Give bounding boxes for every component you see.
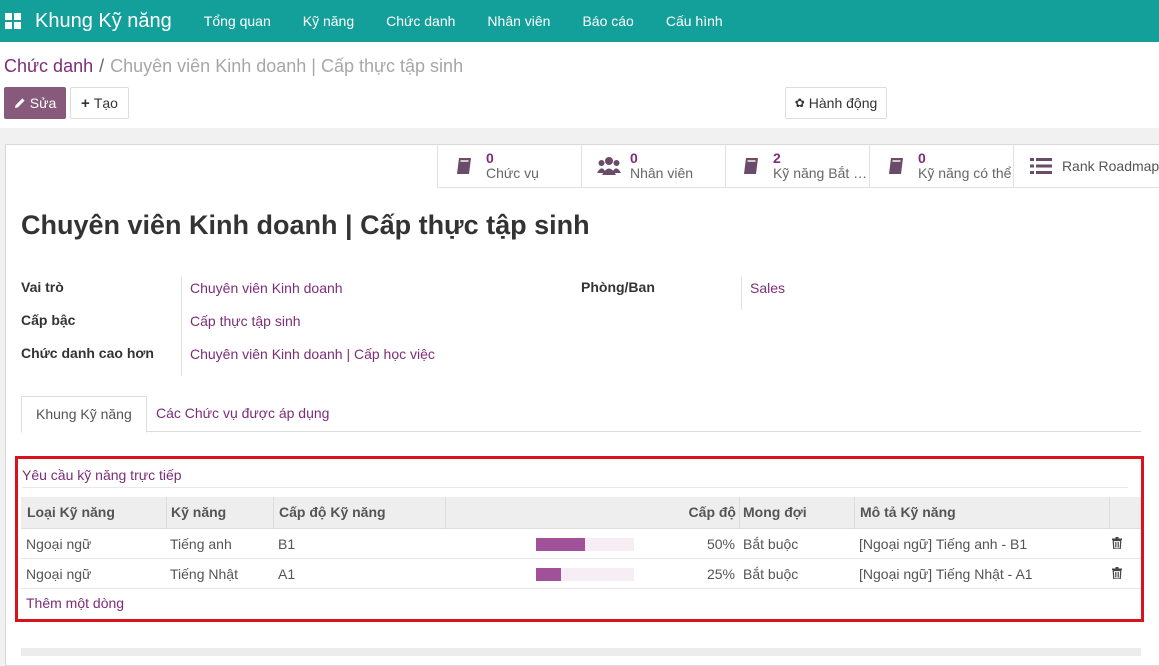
stat-value: 0 [918,151,926,166]
app-brand[interactable]: Khung Kỹ năng [35,10,172,33]
next-section-strip [21,648,1141,656]
stat-button-positions[interactable]: 0 Chức vụ [437,144,581,188]
record-title: Chuyên viên Kinh doanh | Cấp thực tập si… [21,210,590,240]
users-icon [596,155,622,177]
apps-menu-icon[interactable] [5,13,21,29]
create-button-label: Tạo [93,95,118,111]
stat-button-rank-roadmap[interactable]: Rank Roadmap [1013,144,1159,188]
department-value[interactable]: Sales [750,280,785,296]
highlight-frame [15,456,1144,622]
book-icon [452,155,478,177]
stat-value: 2 [772,151,781,166]
stat-value: 0 [486,151,494,166]
breadcrumb-parent[interactable]: Chức danh [4,56,93,76]
action-button-label: Hành động [808,95,878,111]
stat-label: Chức vụ [486,166,539,181]
action-button[interactable]: ✿ Hành động [785,87,887,119]
stat-label: Kỹ năng Bắt buộc [772,166,869,181]
stat-label: Rank Roadmap [1061,158,1159,174]
grade-label: Cấp bậc [21,312,76,328]
create-button[interactable]: + Tạo [70,87,129,119]
edit-button-label: Sửa [29,95,57,111]
pencil-icon [14,98,25,108]
stat-button-optional-skills[interactable]: 0 Kỹ năng có thể [869,144,1013,188]
field-divider [181,277,182,376]
stat-value: 0 [630,151,638,166]
stat-label: Kỹ năng có thể [918,166,1012,181]
gear-icon: ✿ [794,96,805,110]
book-icon [884,155,910,177]
field-divider [741,277,742,310]
nav-item-overview[interactable]: Tổng quan [188,0,287,42]
stat-button-required-skills[interactable]: 2Kỹ năng Bắt buộc [725,144,869,188]
grade-value[interactable]: Cấp thực tập sinh [190,313,301,329]
book-icon [740,155,765,177]
role-label: Vai trò [21,279,64,295]
nav-item-skills[interactable]: Kỹ năng [287,0,370,42]
list-icon [1028,155,1054,177]
stat-button-employees[interactable]: 0 Nhân viên [581,144,725,188]
higher-title-label: Chức danh cao hơn [21,345,154,361]
role-value[interactable]: Chuyên viên Kinh doanh [190,280,343,296]
nav-item-reports[interactable]: Báo cáo [566,0,649,42]
edit-button[interactable]: Sửa [4,87,66,119]
notebook-tabs: Khung Kỹ năng Các Chức vụ được áp dụng [21,396,1141,433]
tab-applied-positions[interactable]: Các Chức vụ được áp dụng [142,396,343,432]
nav-item-job-titles[interactable]: Chức danh [370,0,471,42]
breadcrumb-separator: / [99,56,105,76]
breadcrumb-current: Chuyên viên Kinh doanh | Cấp thực tập si… [110,56,464,76]
nav-item-configuration[interactable]: Cấu hình [650,0,739,42]
top-navbar: Khung Kỹ năng Tổng quan Kỹ năng Chức dan… [0,0,1159,42]
nav-item-employees[interactable]: Nhân viên [471,0,566,42]
higher-title-value[interactable]: Chuyên viên Kinh doanh | Cấp học việc [190,346,435,362]
department-label: Phòng/Ban [581,279,655,295]
plus-icon: + [81,94,90,112]
smart-button-box: 0Chức vụ 0Nhân viên 2Kỹ năng Bắt buộc 0K… [437,144,1159,188]
tab-skill-framework[interactable]: Khung Kỹ năng [21,396,147,433]
breadcrumb: Chức danh / Chuyên viên Kinh doanh | Cấp t… [4,56,463,77]
stat-label: Nhân viên [630,166,694,181]
